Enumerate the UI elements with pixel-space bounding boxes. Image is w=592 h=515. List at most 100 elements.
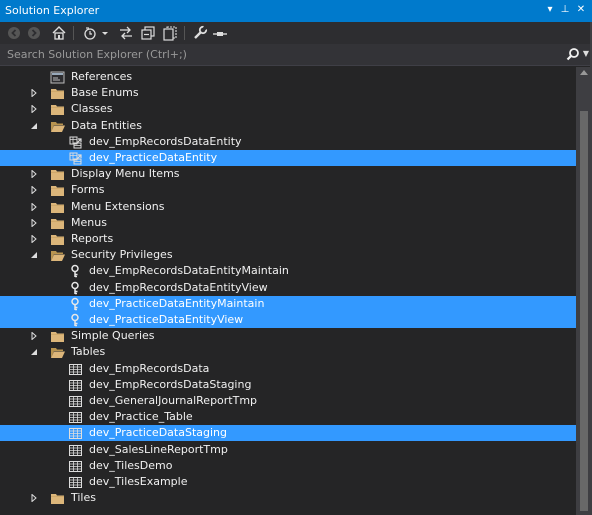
collapse-arrow-icon[interactable] xyxy=(30,251,38,259)
expand-arrow-icon[interactable] xyxy=(30,89,38,97)
home-icon[interactable] xyxy=(51,25,67,41)
tree-item-label: dev_TilesDemo xyxy=(89,459,173,472)
tree-item[interactable]: dev_GeneralJournalReportTmp xyxy=(0,393,576,409)
collapse-arrow-icon[interactable] xyxy=(30,122,38,130)
scroll-thumb[interactable] xyxy=(580,111,588,511)
tree-folder[interactable]: Display Menu Items xyxy=(0,166,576,182)
search-options-dropdown[interactable]: ▼ xyxy=(583,49,589,58)
tree-folder[interactable]: Forms xyxy=(0,182,576,198)
tree-item[interactable]: References xyxy=(0,69,576,85)
solution-explorer-window: Solution Explorer ▾ ⊥ ✕ Search Solution … xyxy=(0,0,592,515)
references-icon xyxy=(50,71,65,84)
tree-item[interactable]: dev_TilesExample xyxy=(0,474,576,490)
tree-item-label: dev_PracticeDataEntityView xyxy=(89,313,244,326)
tree-item-label: Menus xyxy=(71,216,107,229)
folder-open-icon xyxy=(51,122,65,132)
expand-arrow-icon[interactable] xyxy=(30,494,38,502)
sync-with-active-document-icon[interactable] xyxy=(118,25,134,41)
table-icon xyxy=(69,428,82,439)
expand-arrow-icon[interactable] xyxy=(30,170,38,178)
tree-item[interactable]: dev_EmpRecordsData xyxy=(0,361,576,377)
back-icon[interactable] xyxy=(6,25,22,41)
tree-folder[interactable]: Tiles xyxy=(0,490,576,506)
tree-item-label: Classes xyxy=(71,102,113,115)
toolbar-separator xyxy=(184,26,185,40)
solution-tree: References Base Enums Classes Data Entities… xyxy=(0,67,576,515)
window-position-dropdown-button[interactable]: ▾ xyxy=(543,3,557,17)
folder-icon xyxy=(51,332,64,342)
tree-item[interactable]: dev_EmpRecordsDataEntityMaintain xyxy=(0,263,576,279)
tree-item-label: dev_EmpRecordsData xyxy=(89,362,210,375)
tree-item-label: dev_PracticeDataEntityMaintain xyxy=(89,297,265,310)
table-icon xyxy=(69,412,82,423)
folder-icon xyxy=(51,89,64,99)
tree-item[interactable]: dev_EmpRecordsDataEntityView xyxy=(0,280,576,296)
tree-folder[interactable]: Data Entities xyxy=(0,118,576,134)
folder-open-icon xyxy=(51,251,65,261)
key-icon xyxy=(71,264,79,278)
tree-item[interactable]: dev_EmpRecordsDataStaging xyxy=(0,377,576,393)
close-button[interactable]: ✕ xyxy=(574,3,588,17)
collapse-arrow-icon[interactable] xyxy=(30,348,38,356)
tree-folder[interactable]: Menu Extensions xyxy=(0,199,576,215)
toolbar-separator xyxy=(73,26,74,40)
tree-item[interactable]: dev_TilesDemo xyxy=(0,458,576,474)
expand-arrow-icon[interactable] xyxy=(30,203,38,211)
tree-item-label: dev_EmpRecordsDataEntityMaintain xyxy=(89,264,289,277)
tree-folder[interactable]: Reports xyxy=(0,231,576,247)
tree-folder[interactable]: Classes xyxy=(0,101,576,117)
pin-button[interactable]: ⊥ xyxy=(558,3,572,17)
folder-icon xyxy=(51,203,64,213)
tree-item[interactable]: dev_SalesLineReportTmp xyxy=(0,442,576,458)
search-input[interactable]: Search Solution Explorer (Ctrl+;) xyxy=(7,48,187,61)
wrench-icon[interactable] xyxy=(192,25,208,41)
table-icon xyxy=(69,477,82,488)
forward-icon[interactable] xyxy=(26,25,42,41)
tree-folder[interactable]: Security Privileges xyxy=(0,247,576,263)
expand-arrow-icon[interactable] xyxy=(30,235,38,243)
key-icon xyxy=(71,297,79,311)
show-all-files-icon[interactable] xyxy=(162,25,178,41)
folder-icon xyxy=(51,219,64,229)
tree-item[interactable]: dev_PracticeDataStaging xyxy=(0,425,576,441)
tree-item[interactable]: dev_PracticeDataEntity xyxy=(0,150,576,166)
collapse-all-icon[interactable] xyxy=(140,25,156,41)
tree-item-label: dev_PracticeDataEntity xyxy=(89,151,218,164)
folder-icon xyxy=(51,105,64,115)
tree-item-label: Tiles xyxy=(71,491,96,504)
tree-folder[interactable]: Tables xyxy=(0,344,576,360)
chevron-down-icon[interactable] xyxy=(101,25,109,41)
title-bar: Solution Explorer ▾ ⊥ ✕ xyxy=(0,0,592,22)
window-title: Solution Explorer xyxy=(5,4,100,17)
table-icon xyxy=(69,461,82,472)
tree-item[interactable]: dev_EmpRecordsDataEntity xyxy=(0,134,576,150)
data-entity-icon xyxy=(69,152,82,165)
tree-folder[interactable]: Base Enums xyxy=(0,85,576,101)
scroll-up-arrow[interactable] xyxy=(580,70,588,75)
tree-item-label: dev_PracticeDataStaging xyxy=(89,426,227,439)
toolbar xyxy=(0,22,592,44)
preview-selected-items-icon[interactable] xyxy=(212,25,228,41)
table-icon xyxy=(69,396,82,407)
search-icon[interactable] xyxy=(566,47,580,61)
tree-item-label: dev_EmpRecordsDataEntityView xyxy=(89,281,268,294)
table-icon xyxy=(69,364,82,375)
tree-item[interactable]: dev_PracticeDataEntityMaintain xyxy=(0,296,576,312)
expand-arrow-icon[interactable] xyxy=(30,332,38,340)
tree-item-label: Reports xyxy=(71,232,114,245)
key-icon xyxy=(71,313,79,327)
folder-icon xyxy=(51,186,64,196)
key-icon xyxy=(71,281,79,295)
expand-arrow-icon[interactable] xyxy=(30,105,38,113)
tree-folder[interactable]: Simple Queries xyxy=(0,328,576,344)
expand-arrow-icon[interactable] xyxy=(30,219,38,227)
expand-arrow-icon[interactable] xyxy=(30,186,38,194)
folder-open-icon xyxy=(51,348,65,358)
tree-item[interactable]: dev_Practice_Table xyxy=(0,409,576,425)
folder-icon xyxy=(51,494,64,504)
pending-changes-filter-icon[interactable] xyxy=(83,25,99,41)
tree-item-label: Forms xyxy=(71,183,105,196)
tree-item-label: Security Privileges xyxy=(71,248,173,261)
tree-folder[interactable]: Menus xyxy=(0,215,576,231)
tree-item[interactable]: dev_PracticeDataEntityView xyxy=(0,312,576,328)
